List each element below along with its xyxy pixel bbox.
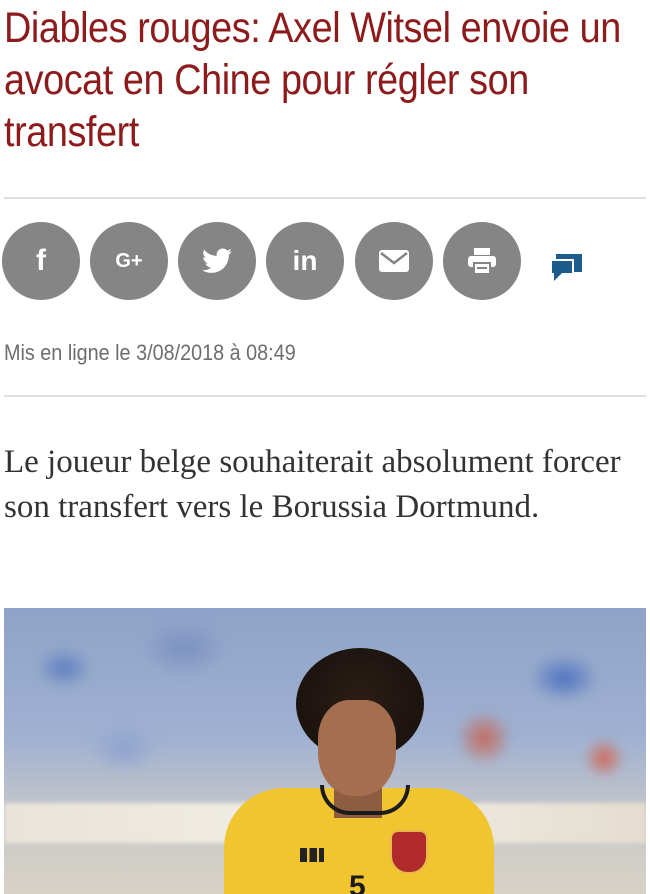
mail-icon — [379, 250, 409, 272]
share-facebook-button[interactable]: f — [2, 222, 80, 300]
print-button[interactable] — [443, 222, 521, 300]
publish-date: Mis en ligne le 3/08/2018 à 08:49 — [4, 340, 296, 365]
article-lead: Le joueur belge souhaiterait absolument … — [4, 444, 621, 525]
facebook-icon: f — [36, 244, 46, 277]
twitter-icon — [202, 248, 232, 273]
share-twitter-button[interactable] — [178, 222, 256, 300]
article-photo: 5 — [4, 608, 646, 894]
google-plus-icon: G+ — [115, 249, 143, 272]
player-face — [318, 700, 396, 796]
linkedin-icon: in — [292, 245, 318, 276]
divider — [4, 395, 646, 397]
share-email-button[interactable] — [355, 222, 433, 300]
comments-icon[interactable] — [550, 254, 582, 282]
share-google-plus-button[interactable]: G+ — [90, 222, 168, 300]
share-linkedin-button[interactable]: in — [266, 222, 344, 300]
divider — [4, 197, 646, 199]
adidas-logo — [300, 848, 324, 862]
shirt-number: 5 — [349, 870, 366, 894]
belgium-crest — [390, 830, 428, 874]
article-headline: Diables rouges: Axel Witsel envoie un av… — [4, 4, 621, 156]
print-icon — [468, 248, 496, 274]
